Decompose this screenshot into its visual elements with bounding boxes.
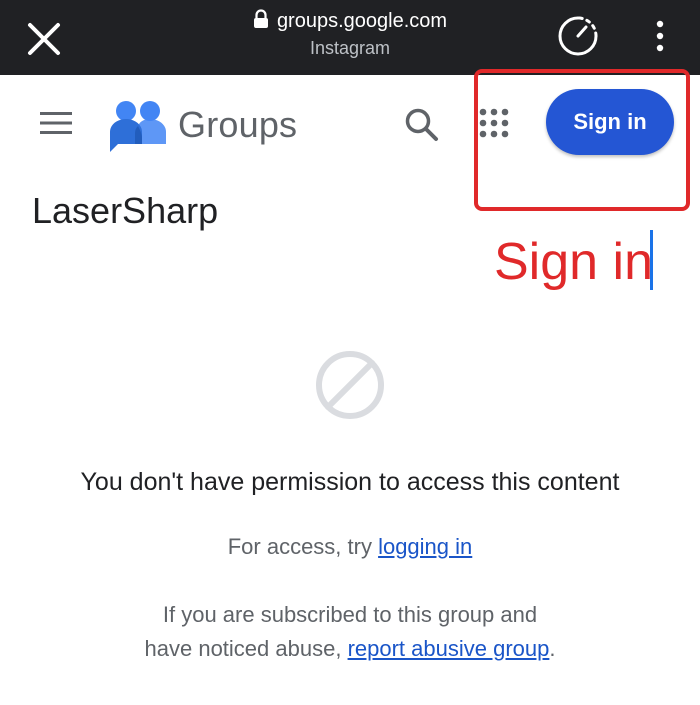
menu-icon xyxy=(40,112,72,134)
no-access-indicator xyxy=(314,349,386,421)
more-options-button[interactable] xyxy=(646,16,674,56)
timer-icon xyxy=(558,16,598,56)
url-display[interactable]: groups.google.com xyxy=(170,8,530,34)
groups-logo-icon xyxy=(110,101,166,152)
access-hint: For access, try logging in xyxy=(0,532,700,562)
logging-in-link[interactable]: logging in xyxy=(378,534,472,559)
lock-icon xyxy=(253,9,268,28)
annotation-highlight-box xyxy=(474,69,690,211)
search-button[interactable] xyxy=(400,103,444,147)
timer-button[interactable] xyxy=(556,14,600,58)
text-caret xyxy=(650,230,653,290)
close-icon xyxy=(28,23,60,55)
close-button[interactable] xyxy=(22,17,66,61)
abuse-hint-text: have noticed abuse, xyxy=(144,636,348,661)
group-title: LaserSharp xyxy=(32,190,219,231)
report-abusive-group-link[interactable]: report abusive group xyxy=(348,636,550,661)
groups-logo[interactable] xyxy=(108,98,168,154)
abuse-hint-period: . xyxy=(549,636,556,661)
source-app-label: Instagram xyxy=(309,38,391,58)
groups-page: Groups Sign in LaserSharp Sign in You do… xyxy=(0,69,700,705)
permission-message: You don't have permission to access this… xyxy=(80,468,620,496)
main-menu-button[interactable] xyxy=(40,111,74,135)
url-text: groups.google.com xyxy=(276,10,448,32)
block-icon xyxy=(316,351,384,419)
search-icon xyxy=(405,108,438,141)
more-vert-icon xyxy=(656,20,664,52)
annotation-label: Sign in xyxy=(494,233,653,291)
abuse-hint-line1: If you are subscribed to this group and xyxy=(162,602,538,627)
brand-name: Groups xyxy=(178,104,298,145)
abuse-hint-line2: have noticed abuse, report abusive group… xyxy=(0,634,700,664)
browser-toolbar: groups.google.com Instagram xyxy=(0,0,700,75)
access-hint-text: For access, try xyxy=(227,534,379,559)
